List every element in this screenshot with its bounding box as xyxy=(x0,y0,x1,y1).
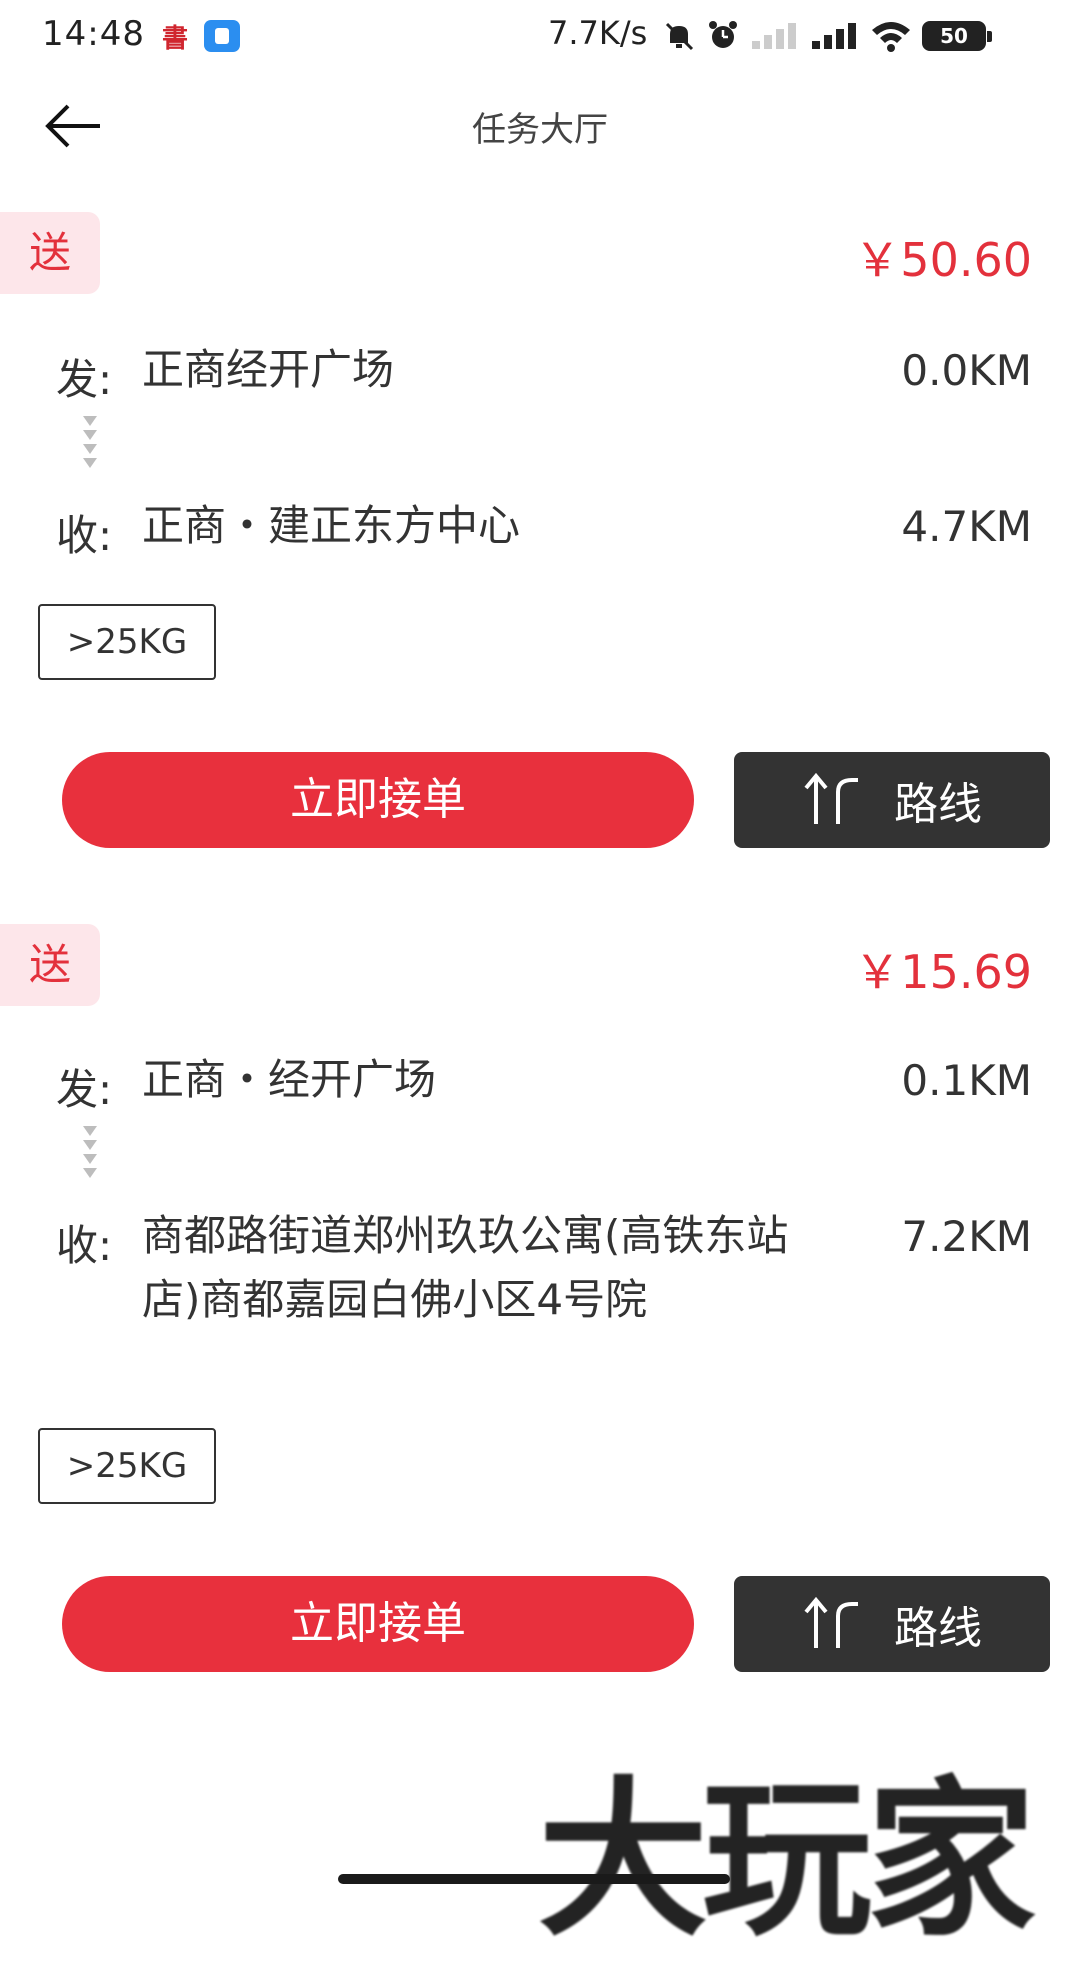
app-notification-icon: 書 xyxy=(162,24,189,54)
weight-tag: >25KG xyxy=(38,1428,216,1504)
sender-distance: 0.0KM xyxy=(901,346,1032,395)
receiver-label: 收: xyxy=(56,1221,113,1270)
route-arrows-icon xyxy=(804,1596,858,1648)
alarm-icon xyxy=(709,21,737,48)
route-button-label: 路线 xyxy=(894,1603,982,1654)
sender-label: 发: xyxy=(56,355,113,404)
route-button[interactable]: 路线 xyxy=(734,1576,1050,1672)
route-dots xyxy=(80,412,100,468)
app-shield-icon xyxy=(204,20,240,52)
order-card: 送 ￥50.60 发: 正商经开广场 0.0KM 收: 正商・建正东方中心 4.… xyxy=(0,212,1080,852)
order-price: ￥50.60 xyxy=(854,233,1032,287)
status-bar: 14:48 書 7.7K/s 50 xyxy=(0,0,1080,72)
accept-order-button[interactable]: 立即接单 xyxy=(62,1576,694,1672)
status-time: 14:48 xyxy=(42,14,145,54)
signal-weak-icon xyxy=(752,23,796,49)
sender-label: 发: xyxy=(56,1065,113,1114)
mute-icon xyxy=(665,22,694,51)
route-button[interactable]: 路线 xyxy=(734,752,1050,848)
battery-icon: 50 xyxy=(922,21,992,51)
receiver-address: 正商・建正东方中心 xyxy=(142,501,521,550)
sender-distance: 0.1KM xyxy=(901,1056,1032,1105)
receiver-label: 收: xyxy=(56,511,113,560)
sender-address: 正商・经开广场 xyxy=(142,1055,437,1104)
order-type-badge: 送 xyxy=(0,212,100,294)
watermark: 大玩家 xyxy=(538,1762,1036,1960)
accept-order-button[interactable]: 立即接单 xyxy=(62,752,694,848)
nav-bar: 任务大厅 xyxy=(0,72,1080,176)
receiver-address: 商都路街道郑州玖玖公寓(高铁东站店)商都嘉园白佛小区4号院 xyxy=(142,1211,789,1324)
signal-icon xyxy=(812,23,856,49)
order-type-badge: 送 xyxy=(0,924,100,1006)
route-button-label: 路线 xyxy=(894,779,982,830)
network-speed: 7.7K/s xyxy=(548,14,648,52)
sender-address: 正商经开广场 xyxy=(142,345,395,394)
route-dots xyxy=(80,1122,100,1178)
status-icons: 50 xyxy=(662,16,992,56)
page-title: 任务大厅 xyxy=(472,110,608,150)
receiver-distance: 7.2KM xyxy=(901,1212,1032,1261)
receiver-distance: 4.7KM xyxy=(901,502,1032,551)
home-indicator[interactable] xyxy=(338,1874,730,1884)
order-price: ￥15.69 xyxy=(854,945,1032,999)
route-arrows-icon xyxy=(804,772,858,824)
order-card: 送 ￥15.69 发: 正商・经开广场 0.1KM 收: 商都路街道郑州玖玖公寓… xyxy=(0,924,1080,1704)
weight-tag: >25KG xyxy=(38,604,216,680)
wifi-icon xyxy=(872,22,910,52)
